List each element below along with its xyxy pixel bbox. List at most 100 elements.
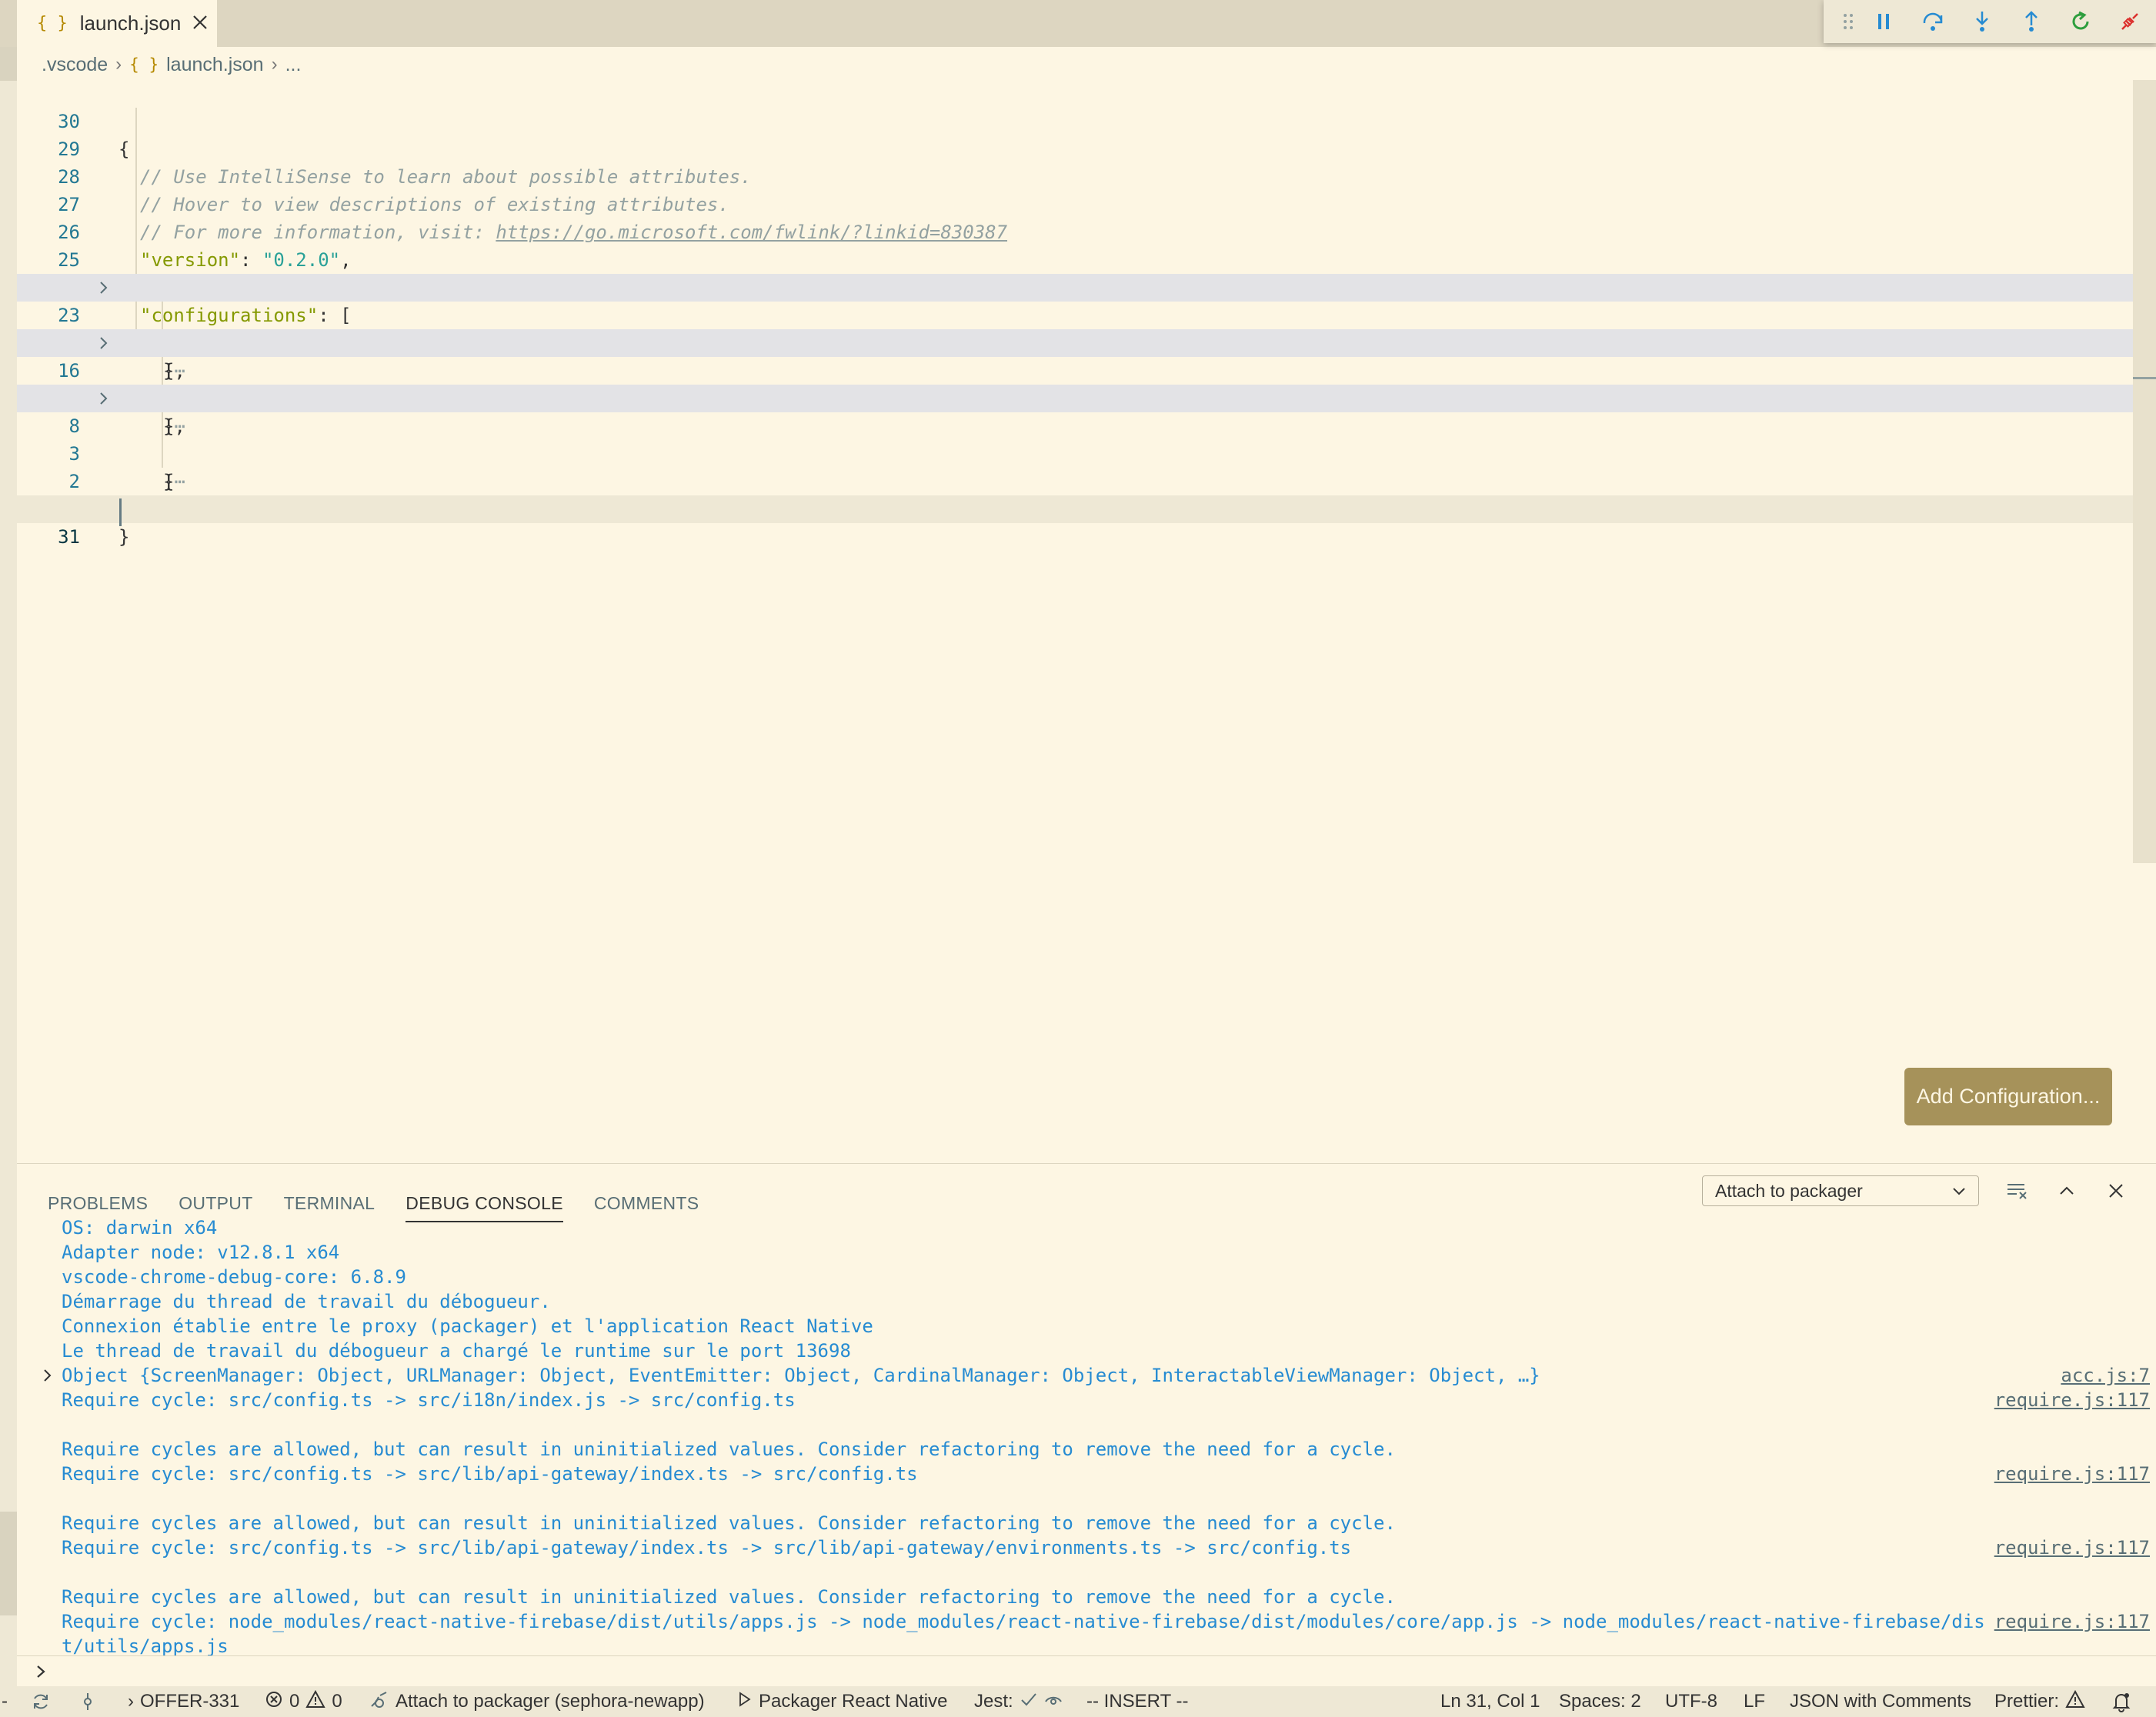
branch-item[interactable]: › OFFER-331 (128, 1686, 239, 1717)
code-editor[interactable]: 30 { 29 // Use IntelliSense to learn abo… (17, 80, 2133, 1163)
end-of-line[interactable]: LF (1744, 1686, 1765, 1717)
error-count: 0 (289, 1691, 300, 1712)
chevron-down-icon (1951, 1182, 1967, 1204)
source-link[interactable]: require.js:117 (1994, 1609, 2150, 1634)
pause-icon[interactable] (1859, 0, 1908, 43)
prettier-label: Prettier: (1994, 1691, 2060, 1712)
prettier-item[interactable]: Prettier: (1994, 1686, 2085, 1717)
code-line[interactable]: 27 // For more information, visit: https… (17, 163, 2133, 243)
clear-console-icon[interactable] (2002, 1175, 2033, 1206)
chevron-right-icon[interactable] (40, 1363, 55, 1388)
status-bar: - › OFFER-331 0 0 Attach to packager (se… (0, 1686, 2156, 1717)
check-icon (1020, 1691, 1038, 1713)
jest-label: Jest: (974, 1691, 1013, 1712)
breadcrumb: .vscode › { } launch.json › ... (42, 49, 301, 80)
chevron-right-icon (34, 1661, 49, 1686)
text-cursor (119, 498, 122, 526)
notifications-bell-icon[interactable] (2111, 1686, 2131, 1717)
code-line[interactable]: 3 } (17, 412, 2133, 492)
indentation[interactable]: Spaces: 2 (1559, 1686, 1641, 1717)
error-icon (265, 1690, 283, 1714)
warning-icon (305, 1689, 326, 1714)
chevron-right-icon[interactable] (92, 385, 115, 412)
console-line: Connexion établie entre le proxy (packag… (62, 1315, 873, 1337)
run-target-label: Packager React Native (759, 1691, 948, 1712)
close-panel-icon[interactable] (2101, 1175, 2131, 1206)
scrollbar-cursor-marker (2133, 377, 2156, 379)
code-line[interactable]: 1 } (17, 468, 2133, 548)
chevron-right-icon[interactable] (92, 274, 115, 302)
console-line: Adapter node: v12.8.1 x64 (62, 1242, 340, 1263)
code-line[interactable]: 17 }, (17, 302, 2133, 382)
code-line[interactable]: 26 "version": "0.2.0", (17, 191, 2133, 271)
console-line: Require cycle: src/config.ts -> src/i18n… (62, 1389, 796, 1411)
watch-eye-icon (1044, 1691, 1063, 1713)
problems-item[interactable]: 0 0 (265, 1686, 342, 1717)
step-over-icon[interactable] (1908, 0, 1957, 43)
chevron-right-icon[interactable] (92, 329, 115, 357)
console-line: vscode-chrome-debug-core: 6.8.9 (62, 1266, 406, 1288)
source-link[interactable]: require.js:117 (1994, 1462, 2150, 1486)
disconnect-icon[interactable] (2105, 0, 2154, 43)
encoding[interactable]: UTF-8 (1665, 1686, 1717, 1717)
console-object-line[interactable]: Object {ScreenManager: Object, URLManage… (62, 1363, 1540, 1388)
activity-edge-marker (0, 1512, 17, 1615)
chevron-right-icon: › (115, 54, 122, 75)
restart-icon[interactable] (2056, 0, 2105, 43)
vim-mode: -- INSERT -- (1086, 1691, 1189, 1712)
debug-session-item[interactable]: Attach to packager (sephora-newapp) (369, 1686, 705, 1717)
git-commit-icon[interactable] (82, 1686, 94, 1717)
folded-code-line[interactable]: 23 {⋯ (17, 274, 2133, 382)
console-line: Require cycles are allowed, but can resu… (62, 1586, 1396, 1608)
code-line[interactable]: 30 { (17, 80, 2133, 160)
sync-icon[interactable] (31, 1686, 51, 1717)
console-line: Require cycle: src/config.ts -> src/lib/… (62, 1463, 918, 1485)
code-line[interactable]: 29 // Use IntelliSense to learn about po… (17, 108, 2133, 188)
source-link[interactable]: require.js:117 (1994, 1535, 2150, 1560)
folded-code-line[interactable]: 16 {⋯ (17, 329, 2133, 437)
activity-edge (0, 47, 17, 1686)
debug-session-label: Attach to packager (sephora-newapp) (395, 1691, 705, 1712)
breadcrumb-folder[interactable]: .vscode (42, 54, 108, 76)
activity-edge-marker (0, 47, 17, 81)
breadcrumb-file[interactable]: launch.json (166, 54, 263, 76)
chevron-up-icon[interactable] (2051, 1175, 2082, 1206)
source-link[interactable]: acc.js:7 (2061, 1363, 2150, 1388)
cursor-position[interactable]: Ln 31, Col 1 (1440, 1686, 1540, 1717)
step-out-icon[interactable] (2007, 0, 2056, 43)
code-line[interactable]: 28 // Hover to view descriptions of exis… (17, 135, 2133, 215)
debug-session-select[interactable]: Attach to packager (1702, 1175, 1979, 1206)
debug-session-value: Attach to packager (1715, 1180, 1863, 1201)
editor-scrollbar[interactable] (2133, 80, 2156, 863)
add-configuration-button[interactable]: Add Configuration... (1904, 1068, 2112, 1125)
console-line: Require cycle: src/config.ts -> src/lib/… (62, 1537, 1352, 1559)
branch-name: OFFER-331 (140, 1691, 240, 1712)
console-line: Require cycles are allowed, but can resu… (62, 1512, 1396, 1534)
close-icon[interactable] (192, 12, 209, 36)
tab-launch-json[interactable]: { } launch.json (17, 0, 217, 47)
step-into-icon[interactable] (1957, 0, 2007, 43)
console-line: Require cycles are allowed, but can resu… (62, 1439, 1396, 1460)
console-line: Le thread de travail du débogueur a char… (62, 1340, 851, 1362)
status-left-marker: - (2, 1691, 8, 1712)
tab-label: launch.json (79, 12, 182, 35)
play-icon (737, 1691, 753, 1713)
drag-handle-icon[interactable] (1837, 0, 1859, 43)
run-target-item[interactable]: Packager React Native (737, 1686, 947, 1717)
warning-count: 0 (332, 1691, 342, 1712)
code-line[interactable]: 2 ] (17, 440, 2133, 520)
code-line[interactable]: 9 }, (17, 357, 2133, 437)
folded-code-line[interactable]: 8 {⋯ (17, 385, 2133, 492)
debug-icon (369, 1689, 389, 1715)
code-line[interactable]: 25 "trace": true, (17, 218, 2133, 298)
console-input[interactable] (17, 1655, 2156, 1686)
source-link[interactable]: require.js:117 (1994, 1388, 2150, 1412)
language-mode[interactable]: JSON with Comments (1790, 1686, 1971, 1717)
current-code-line[interactable]: 31 (17, 495, 2133, 548)
debug-console-output[interactable]: OS: darwin x64 Adapter node: v12.8.1 x64… (17, 1215, 2156, 1658)
breadcrumb-more[interactable]: ... (285, 54, 302, 76)
code-line[interactable]: 24 "configurations": [ (17, 246, 2133, 326)
chevron-right-icon: › (128, 1691, 134, 1712)
console-line: Require cycle: node_modules/react-native… (62, 1611, 1985, 1632)
jest-item[interactable]: Jest: (974, 1686, 1063, 1717)
